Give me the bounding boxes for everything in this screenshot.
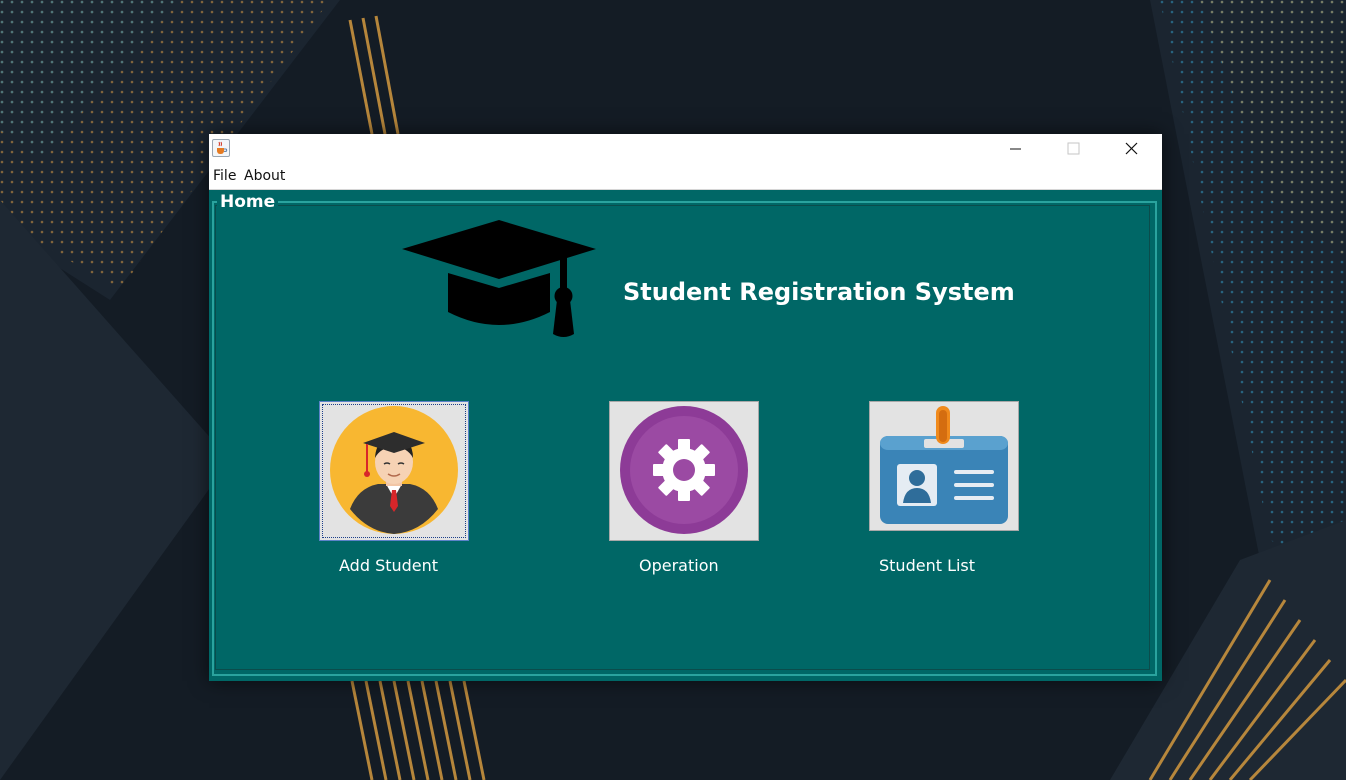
minimize-icon bbox=[1010, 148, 1021, 150]
maximize-button[interactable] bbox=[1044, 134, 1102, 164]
operation-button[interactable] bbox=[609, 401, 759, 541]
home-panel-title: Home bbox=[217, 192, 279, 212]
home-panel: Home Student Registration System Add Stu… bbox=[209, 190, 1162, 681]
student-list-button[interactable] bbox=[869, 401, 1019, 531]
operation-label: Operation bbox=[639, 556, 719, 575]
title-bar[interactable] bbox=[209, 134, 1162, 164]
close-button[interactable] bbox=[1103, 134, 1161, 164]
add-student-button[interactable] bbox=[319, 401, 469, 541]
student-list-label: Student List bbox=[879, 556, 976, 575]
add-student-label: Add Student bbox=[339, 556, 439, 575]
java-cup-icon[interactable] bbox=[212, 139, 230, 157]
app-window: File About Home Student Registration Sys… bbox=[209, 134, 1162, 681]
graduation-cap-icon bbox=[402, 220, 596, 337]
id-card-icon bbox=[880, 406, 1008, 524]
menu-file[interactable]: File bbox=[213, 168, 236, 184]
gear-icon bbox=[620, 406, 748, 534]
close-icon bbox=[1125, 142, 1138, 155]
minimize-button[interactable] bbox=[986, 134, 1044, 164]
menu-bar: File About bbox=[209, 164, 1162, 190]
system-title: Student Registration System bbox=[623, 278, 1015, 306]
menu-about[interactable]: About bbox=[244, 168, 285, 184]
student-graduate-icon bbox=[330, 406, 458, 534]
maximize-icon bbox=[1067, 142, 1080, 155]
